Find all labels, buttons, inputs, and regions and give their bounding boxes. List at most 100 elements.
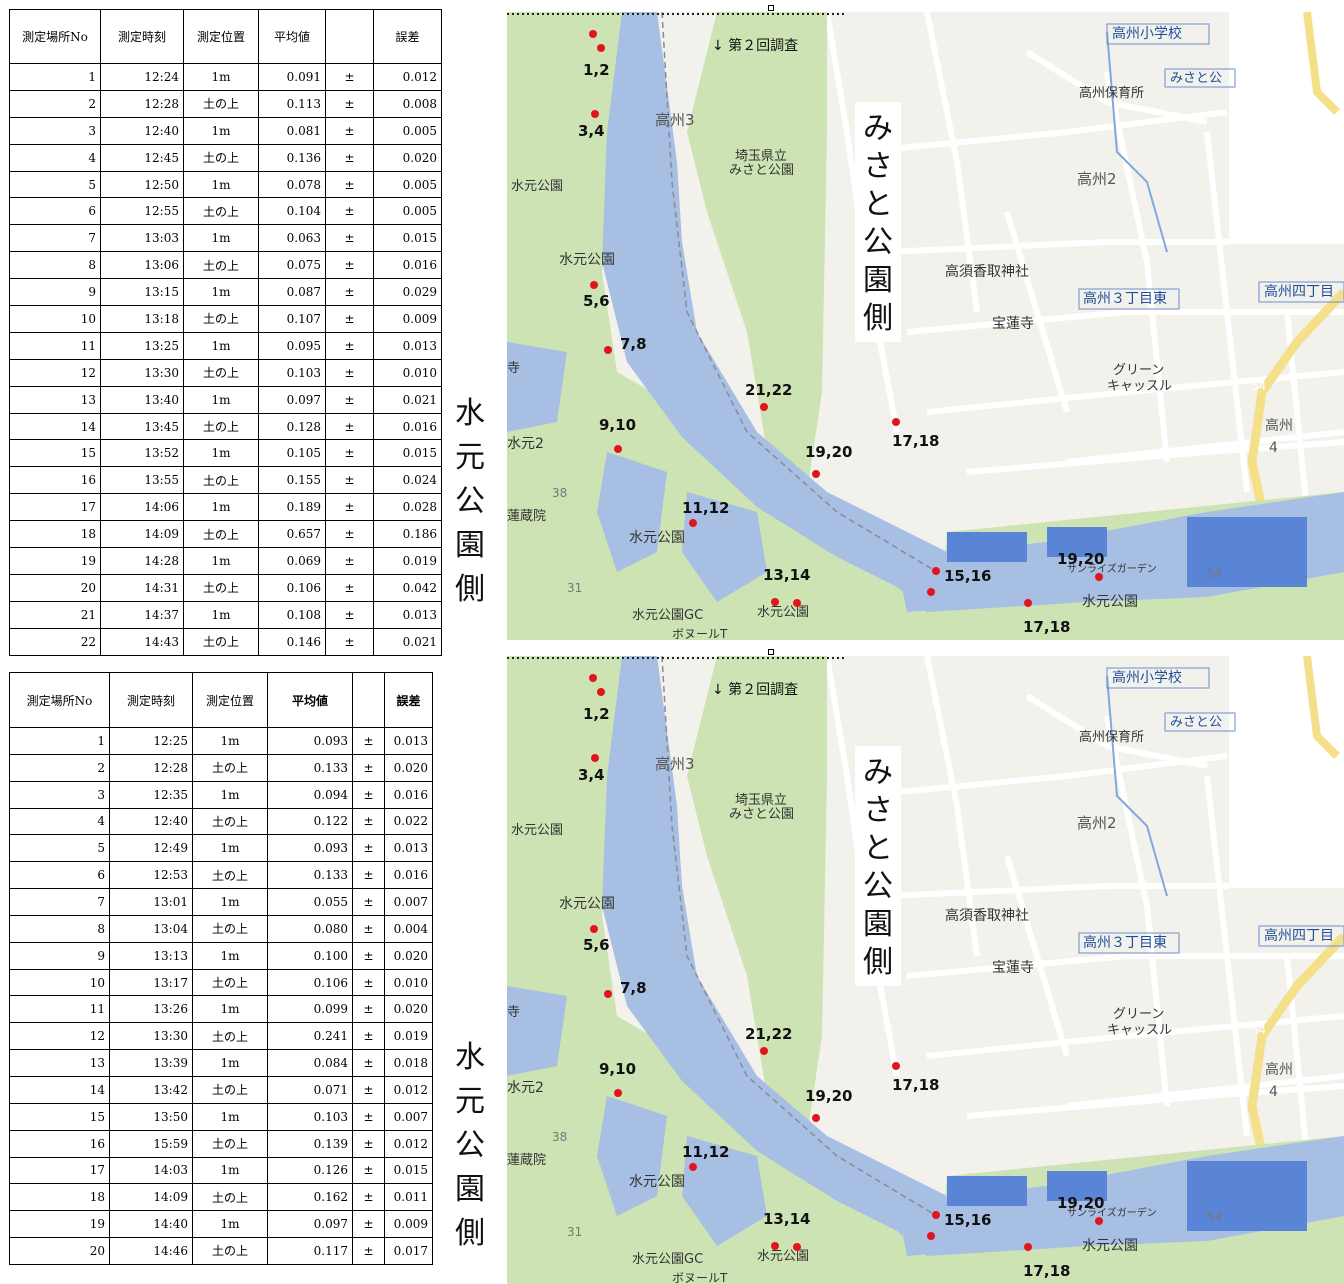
cell-location-no: 6	[9, 861, 110, 890]
cell-average: 0.108	[258, 600, 326, 629]
point-label: 19,20	[1057, 550, 1104, 568]
cell-location-no: 2	[9, 753, 110, 782]
cell-time: 15:59	[109, 1129, 193, 1158]
table-row: 8 13:06 土の上 0.075 ±0.016	[9, 251, 442, 280]
point-label: 15,16	[944, 1211, 991, 1229]
cell-error: 0.042	[373, 573, 442, 602]
cell-plusminus: ±	[352, 1075, 385, 1104]
cell-location-no: 20	[9, 573, 101, 602]
point-label: 17,18	[892, 1076, 939, 1094]
point-label: 3,4	[578, 766, 605, 784]
cell-average: 0.106	[267, 968, 353, 997]
label-takasu-4: 4	[1269, 1084, 1278, 1100]
header-location-no: 測定場所No	[9, 9, 101, 64]
cell-time: 12:35	[109, 780, 193, 809]
cell-location-no: 1	[9, 727, 110, 755]
point-label: 17,18	[1023, 618, 1070, 636]
cell-error: 0.012	[373, 63, 442, 91]
point-label: 9,10	[599, 416, 636, 434]
cell-average: 0.091	[258, 63, 326, 91]
cell-location-no: 13	[9, 1049, 110, 1077]
cell-time: 12:28	[100, 89, 184, 118]
table-row: 18 14:09 土の上 0.162 ±0.011	[9, 1183, 433, 1212]
point-label: 7,8	[620, 979, 647, 997]
cell-location-no: 11	[9, 995, 110, 1024]
table-row: 9 13:13 1m 0.100 ±0.020	[9, 941, 433, 970]
cell-average: 0.162	[267, 1183, 353, 1212]
cell-error: 0.020	[384, 995, 433, 1024]
cell-error: 0.020	[373, 143, 442, 172]
cell-position: 土の上	[192, 861, 268, 890]
cell-position: 土の上	[183, 466, 259, 495]
cell-plusminus: ±	[325, 89, 374, 118]
cell-error: 0.029	[373, 278, 442, 307]
cell-average: 0.117	[267, 1237, 353, 1265]
measurement-point	[589, 30, 597, 38]
header-time: 測定時刻	[109, 672, 193, 728]
label-mizumoto-park: 水元公園	[1082, 1238, 1138, 1254]
cell-location-no: 7	[9, 888, 110, 916]
side-label-misato-char: と	[863, 831, 893, 866]
label-route54: 54	[1252, 380, 1266, 393]
cell-time: 13:55	[100, 466, 184, 495]
cell-time: 13:17	[109, 968, 193, 997]
label-castle: キャッスル	[1107, 379, 1172, 394]
cell-plusminus: ±	[352, 995, 385, 1024]
cell-location-no: 9	[9, 941, 110, 970]
label-takasu2: 高州2	[1077, 170, 1117, 188]
cell-location-no: 20	[9, 1237, 110, 1265]
header-average: 平均値	[258, 9, 326, 64]
cell-location-no: 21	[9, 600, 101, 629]
cell-time: 12:50	[100, 170, 184, 199]
cell-error: 0.013	[373, 331, 442, 360]
cell-error: 0.018	[384, 1049, 433, 1077]
cell-plusminus: ±	[352, 807, 385, 836]
header-error: 誤差	[373, 9, 442, 64]
cell-location-no: 13	[9, 385, 101, 414]
label-mizumoto-park: 水元公園	[559, 896, 615, 912]
cell-position: 土の上	[183, 305, 259, 333]
cell-error: 0.005	[373, 197, 442, 226]
measurement-point	[793, 599, 801, 607]
cell-location-no: 4	[9, 807, 110, 836]
cell-time: 14:46	[109, 1237, 193, 1265]
cell-average: 0.100	[267, 941, 353, 970]
cell-error: 0.013	[384, 834, 433, 863]
cell-plusminus: ±	[325, 63, 374, 91]
measurement-point	[1024, 599, 1032, 607]
measurement-table-1: 測定場所No 測定時刻 測定位置 平均値 誤差 1 12:24 1m 0.091 ±0.…	[9, 9, 442, 656]
cell-location-no: 10	[9, 305, 101, 333]
cell-plusminus: ±	[325, 439, 374, 468]
cell-average: 0.063	[258, 224, 326, 253]
cell-time: 13:40	[100, 385, 184, 414]
label-misato-park-box: みさと公	[1170, 715, 1222, 730]
table-row: 6 12:55 土の上 0.104 ±0.005	[9, 197, 442, 226]
cell-position: 土の上	[192, 807, 268, 836]
measurement-point	[932, 1211, 940, 1219]
cell-plusminus: ±	[325, 305, 374, 333]
cell-error: 0.028	[373, 493, 442, 522]
measurement-point	[590, 281, 598, 289]
measurement-point	[771, 598, 779, 606]
table-row: 5 12:49 1m 0.093 ±0.013	[9, 834, 433, 863]
label-takasu-vertical: 高州	[1265, 1061, 1293, 1078]
table-row: 10 13:17 土の上 0.106 ±0.010	[9, 968, 433, 997]
cell-location-no: 6	[9, 197, 101, 226]
side-label-misato-char: 側	[863, 945, 893, 980]
label-mizumoto-park: 水元公園	[511, 179, 563, 194]
cell-position: 土の上	[183, 412, 259, 441]
label-green: グリーン	[1113, 363, 1164, 378]
cell-error: 0.022	[384, 807, 433, 836]
label-castle: キャッスル	[1107, 1023, 1172, 1038]
measurement-point	[590, 925, 598, 933]
label-takasu-nursery: 高州保育所	[1079, 85, 1144, 101]
cell-plusminus: ±	[352, 1022, 385, 1051]
cell-location-no: 8	[9, 914, 110, 943]
cell-plusminus: ±	[325, 385, 374, 414]
cell-position: 土の上	[183, 627, 259, 656]
label-takasu3: 高州3	[655, 755, 695, 773]
cell-average: 0.107	[258, 305, 326, 333]
selection-handle	[768, 649, 774, 655]
point-label: 15,16	[944, 567, 991, 585]
side-label-misato-char: 側	[863, 301, 893, 336]
